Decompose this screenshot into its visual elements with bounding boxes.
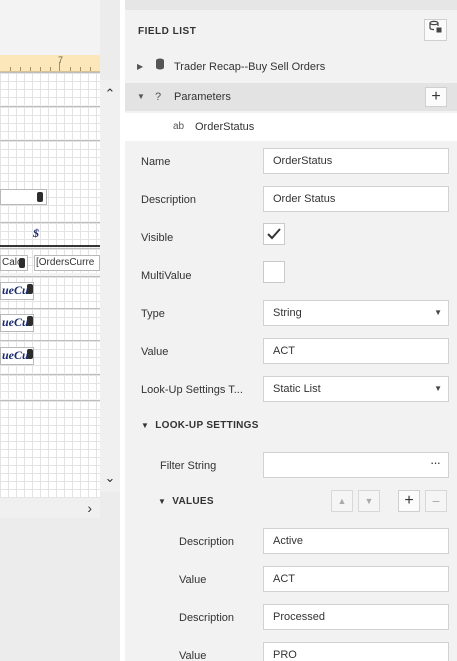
scroll-right-icon[interactable]: › [87,498,92,518]
item-value-label: Value [179,574,207,586]
lookup-select-value: Static List [273,383,321,395]
report-band[interactable]: $ [0,222,100,247]
value-field[interactable]: ACT [263,338,449,364]
tree-item-label: OrderStatus [195,121,255,133]
report-band[interactable] [0,72,100,105]
panel-title: FIELD LIST [138,26,197,37]
string-type-icon: ab [173,121,185,132]
item-value-field[interactable]: PRO [263,642,449,661]
scroll-up-icon[interactable]: ⌃ [100,84,120,104]
visible-label: Visible [141,232,174,244]
description-label: Description [141,194,197,206]
database-icon [27,349,33,359]
report-designer-surface[interactable]: 7 $ Calc [OrdersCurre ueCu ueCu ueCu ⌃ ⌄… [0,0,120,661]
lookup-settings-type-select[interactable]: Static List ▼ [263,376,449,402]
checkmark-icon [267,228,281,240]
multivalue-label: MultiValue [141,270,192,282]
vertical-scrollbar[interactable]: ⌃ ⌄ [100,80,120,492]
tree-item-label: Trader Recap--Buy Sell Orders [174,61,326,73]
report-band[interactable] [0,374,100,399]
database-icon [155,53,165,81]
add-parameter-button[interactable]: + [425,87,447,107]
ellipsis-button[interactable]: ··· [430,451,441,475]
item-description-field[interactable]: Active [263,528,449,554]
scroll-down-icon[interactable]: ⌄ [100,468,120,488]
dropdown-arrow-icon: ▼ [434,384,442,393]
database-icon [27,316,33,326]
database-icon [19,258,25,268]
values-header[interactable]: ▼ VALUES [158,496,214,507]
database-icon [27,284,33,294]
name-field[interactable]: OrderStatus [263,148,449,174]
type-select[interactable]: String ▼ [263,300,449,326]
orders-current-cell[interactable]: [OrdersCurre [34,255,100,271]
type-label: Type [141,308,165,320]
add-calculated-field-button[interactable] [424,19,447,41]
lookup-settings-header[interactable]: ▼ LOOK-UP SETTINGS [141,420,259,431]
currency-label[interactable]: $ [32,226,100,242]
collapse-icon[interactable]: ▼ [158,497,166,506]
move-down-button[interactable]: ▼ [358,490,380,512]
value-label: Value [141,346,169,358]
move-up-button[interactable]: ▲ [331,490,353,512]
visible-checkbox[interactable] [263,223,285,245]
item-description-label: Description [179,612,235,624]
report-band[interactable] [0,106,100,139]
report-band[interactable]: ueCu [0,308,100,341]
collapse-icon[interactable]: ▼ [137,83,145,111]
tree-item-label: Parameters [174,91,231,103]
calculated-field-icon [429,20,442,33]
report-band[interactable]: ueCu [0,340,100,373]
ruler-number: 7 [58,55,64,65]
tree-item-parameters[interactable]: ▼ ? Parameters + [125,83,457,111]
section-title: LOOK-UP SETTINGS [155,420,259,431]
dropdown-arrow-icon: ▼ [434,308,442,317]
remove-value-button[interactable]: − [425,490,447,512]
report-band[interactable] [0,400,100,499]
name-label: Name [141,156,171,168]
tree-item-orderstatus[interactable]: ab OrderStatus [125,113,457,141]
field-list-panel: FIELD LIST ▶ Trader Recap--Buy Sell Orde… [125,0,457,661]
item-value-label: Value [179,650,207,661]
item-description-label: Description [179,536,235,548]
expand-icon[interactable]: ▶ [137,53,143,81]
report-band[interactable]: Calc [OrdersCurre [0,248,100,273]
collapse-icon[interactable]: ▼ [141,421,149,430]
report-band[interactable] [0,140,100,221]
description-field[interactable]: Order Status [263,186,449,212]
design-canvas[interactable]: 7 $ Calc [OrdersCurre ueCu ueCu ueCu [0,0,100,516]
section-title: VALUES [172,496,214,507]
tree-item-datasource[interactable]: ▶ Trader Recap--Buy Sell Orders [125,53,457,81]
panel-header-strip [125,0,457,10]
filter-string-field[interactable]: ··· [263,452,449,478]
filter-string-label: Filter String [160,460,217,472]
lookup-settings-type-label: Look-Up Settings T... [141,384,243,396]
report-band[interactable]: ueCu [0,276,100,309]
parameter-icon: ? [155,91,162,103]
multivalue-checkbox[interactable] [263,261,285,283]
type-select-value: String [273,307,302,319]
database-icon [37,192,43,202]
item-description-field[interactable]: Processed [263,604,449,630]
horizontal-ruler: 7 [0,55,100,72]
add-value-button[interactable]: + [398,490,420,512]
horizontal-scrollbar[interactable]: › [0,498,100,518]
item-value-field[interactable]: ACT [263,566,449,592]
